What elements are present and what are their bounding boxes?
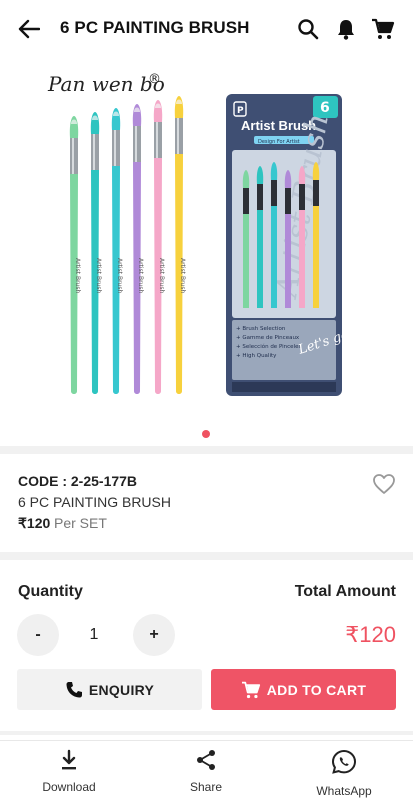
add-to-cart-button[interactable]: ADD TO CART [211, 669, 396, 710]
download-button[interactable]: Download [19, 749, 119, 797]
price-unit: Per SET [54, 515, 107, 531]
brush: Artist Brush [111, 108, 123, 394]
brush-label: Artist Brush [179, 258, 186, 293]
share-icon [195, 749, 217, 776]
package-brush [242, 170, 250, 308]
download-label: Download [42, 780, 96, 794]
divider [0, 552, 413, 560]
product-image-gallery[interactable]: Pan wen bo ® Artist Brush Artist Brush Art… [0, 58, 413, 443]
svg-text:P: P [237, 106, 244, 116]
pack-feature: + Gamme de Pinceaux [236, 335, 300, 341]
heart-icon[interactable] [371, 471, 397, 497]
bell-icon[interactable] [333, 16, 359, 42]
cart-icon[interactable] [370, 16, 396, 42]
page-title: 6 PC PAINTING BRUSH [60, 18, 250, 37]
carousel-dot-active[interactable] [202, 430, 210, 438]
total-amount-value: ₹120 [345, 622, 396, 647]
registered-mark: ® [148, 72, 161, 87]
brush-package: P 6 Artist Brush Design For Artist Artis… [226, 94, 356, 396]
brush: Artist Brush [174, 96, 186, 394]
package-brush [256, 166, 264, 308]
brush-label: Artist Brush [95, 258, 102, 293]
brush: Artist Brush [153, 100, 165, 394]
pack-count: 6 [320, 100, 330, 116]
brush-label: Artist Brush [137, 258, 144, 293]
divider [0, 446, 413, 454]
share-label: Share [189, 780, 223, 794]
divider [0, 731, 413, 735]
package-brush [270, 162, 278, 308]
bottom-nav: Download Share WhatsApp [0, 740, 413, 800]
add-to-cart-label: ADD TO CART [266, 681, 367, 698]
whatsapp-label: WhatsApp [316, 784, 372, 798]
increase-quantity-button[interactable]: + [133, 614, 175, 656]
product-info: CODE : 2-25-177B 6 PC PAINTING BRUSH ₹12… [0, 461, 413, 551]
share-button[interactable]: Share [156, 749, 256, 797]
loose-brushes: Artist Brush Artist Brush Artist Brush Arti… [69, 96, 186, 394]
quantity-label: Quantity [18, 583, 83, 600]
whatsapp-icon [331, 749, 357, 780]
search-icon[interactable] [295, 16, 321, 42]
back-arrow-icon[interactable] [14, 15, 44, 43]
product-name: 6 PC PAINTING BRUSH [18, 494, 171, 510]
decrease-quantity-button[interactable]: - [17, 614, 59, 656]
cart-icon [241, 681, 261, 699]
brush: Artist Brush [132, 104, 144, 394]
brush: Artist Brush [90, 112, 102, 394]
pack-feature: + High Quality [236, 353, 277, 359]
app-bar: 6 PC PAINTING BRUSH [0, 0, 413, 58]
quantity-value: 1 [89, 626, 99, 643]
product-price: ₹120 [18, 515, 51, 531]
pack-feature: + Selección de Pinceles [236, 343, 301, 350]
product-image: Pan wen bo ® Artist Brush Artist Brush Art… [47, 72, 356, 396]
phone-icon [65, 681, 83, 699]
package-brush [298, 166, 306, 308]
package-brush [284, 170, 292, 308]
brush-label: Artist Brush [158, 258, 165, 293]
pack-tagline: Design For Artist [258, 139, 300, 145]
brush: Artist Brush [69, 116, 81, 394]
download-icon [59, 749, 79, 776]
product-code: CODE : 2-25-177B [18, 473, 138, 489]
brush-label: Artist Brush [116, 258, 123, 293]
whatsapp-button[interactable]: WhatsApp [294, 749, 394, 798]
package-brush [312, 162, 320, 308]
enquiry-label: ENQUIRY [88, 681, 155, 698]
brush-label: Artist Brush [74, 258, 81, 293]
total-amount-label: Total Amount [294, 583, 396, 600]
pack-feature: + Brush Selection [236, 326, 286, 332]
enquiry-button[interactable]: ENQUIRY [17, 669, 202, 710]
